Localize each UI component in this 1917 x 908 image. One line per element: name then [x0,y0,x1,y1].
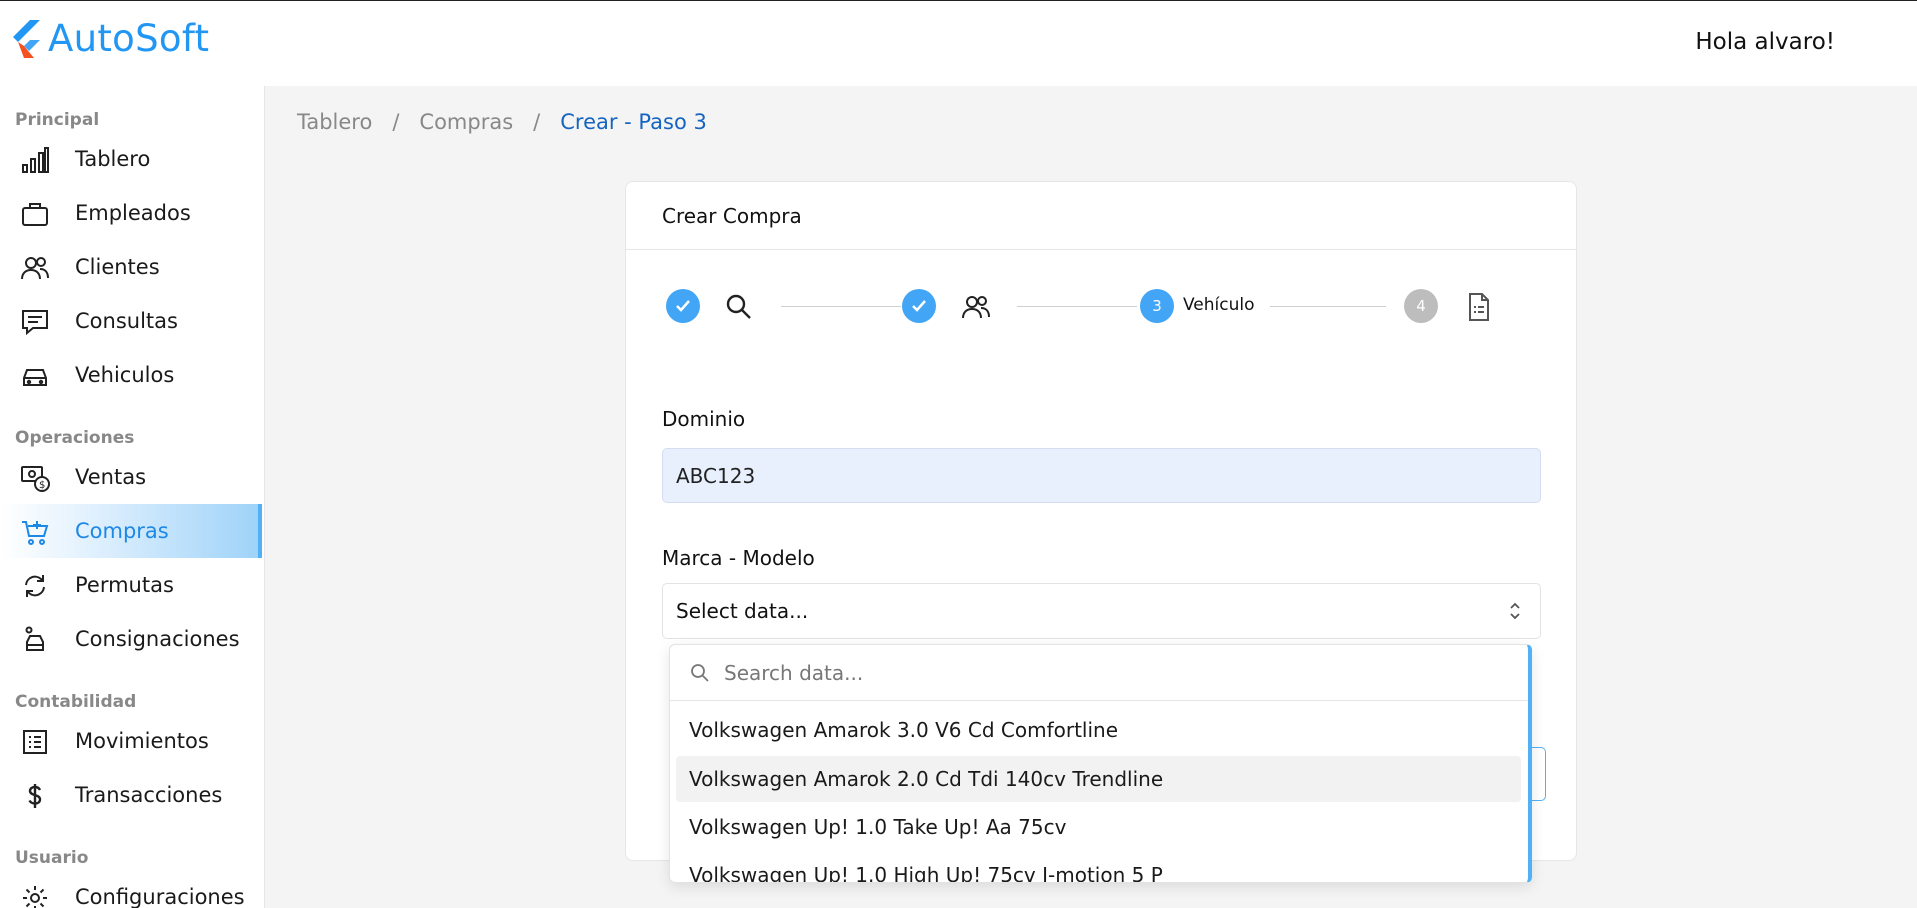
search-icon [691,664,709,682]
money-icon: $ [21,466,50,492]
dropdown-option[interactable]: Volkswagen Up! 1.0 High Up! 75cv I-motio… [676,852,1521,882]
step-connector [1270,306,1386,307]
marca-modelo-select[interactable]: Select data... [662,583,1541,639]
breadcrumb-item-compras[interactable]: Compras [419,110,513,134]
sidebar-section-title: Principal [15,110,100,130]
select-value: Select data... [676,599,809,623]
dominio-label: Dominio [662,407,746,431]
cart-icon [22,521,49,545]
gear-icon [23,886,47,908]
sidebar-item-permutas[interactable]: Permutas [0,558,262,612]
sidebar-item-label: Consignaciones [75,627,240,651]
sidebar-item-label: Tablero [75,147,151,171]
breadcrumb-separator: / [392,110,400,134]
dollar-icon [28,784,42,808]
sidebar-item-label: Clientes [75,255,160,279]
dropdown-option-highlighted[interactable]: Volkswagen Amarok 2.0 Cd Tdi 140cv Trend… [676,756,1521,802]
sidebar-item-transacciones[interactable]: Transacciones [0,768,262,822]
sidebar-item-ventas[interactable]: $ Ventas [0,450,262,504]
sidebar-item-label: Empleados [75,201,191,225]
sidebar-item-clientes[interactable]: Clientes [0,240,262,294]
car-icon [23,369,47,386]
chat-icon [22,310,48,336]
sidebar-item-empleados[interactable]: Empleados [0,186,262,240]
sidebar-item-consultas[interactable]: Consultas [0,294,262,348]
checkmark-icon [676,300,690,312]
dropdown-search-row [670,645,1528,701]
card-title: Crear Compra [662,204,802,228]
sidebar-item-compras[interactable]: Compras [0,504,262,558]
step-connector [1017,306,1137,307]
sidebar-item-label: Movimientos [75,729,209,753]
dropdown-option[interactable]: Volkswagen Up! 1.0 Take Up! Aa 75cv [676,804,1521,850]
card-divider [626,249,1576,250]
sidebar-item-label: Permutas [75,573,174,597]
list-icon [23,730,47,754]
search-icon [726,294,751,319]
sidebar-section-title: Usuario [15,848,89,868]
sidebar-item-configuraciones[interactable]: Configuraciones [0,870,262,908]
sidebar-section-title: Contabilidad [15,692,137,712]
sidebar-item-tablero[interactable]: Tablero [0,132,262,186]
user-greeting: Hola alvaro! [1695,29,1835,55]
sidebar-item-label: Compras [75,519,169,543]
marca-modelo-label: Marca - Modelo [662,546,815,570]
sidebar-item-label: Transacciones [75,783,223,807]
app-name: AutoSoft [48,17,210,60]
bar-chart-icon [22,147,49,173]
step-number: 3 [1152,297,1162,315]
sidebar-section-title: Operaciones [15,428,135,448]
step-2-done[interactable] [902,289,936,323]
breadcrumb: Tablero / Compras / Crear - Paso 3 [297,110,707,134]
car-person-icon [25,626,44,651]
step-4-pending[interactable]: 4 [1404,289,1438,323]
step-3-label: Vehículo [1183,295,1255,315]
sidebar-item-movimientos[interactable]: Movimientos [0,714,262,768]
checkmark-icon [912,300,926,312]
dropdown-search-input[interactable] [724,655,1484,691]
breadcrumb-item-tablero[interactable]: Tablero [297,110,372,134]
step-connector [781,306,901,307]
sidebar-item-label: Ventas [75,465,147,489]
chevron-up-down-icon [1510,602,1520,620]
breadcrumb-separator: / [533,110,541,134]
step-1-done[interactable] [666,289,700,323]
dominio-value: ABC123 [676,463,756,488]
sidebar-item-vehiculos[interactable]: Vehiculos [0,348,262,402]
sidebar-item-consignaciones[interactable]: Consignaciones [0,612,262,666]
document-icon [1469,293,1489,321]
dropdown-option[interactable]: Volkswagen Amarok 3.0 V6 Cd Comfortline [676,707,1521,753]
breadcrumb-item-current: Crear - Paso 3 [560,110,707,134]
refresh-icon [25,575,45,597]
flutter-logo-icon [13,19,40,58]
sidebar-item-label: Consultas [75,309,178,333]
sidebar-item-label: Configuraciones [75,885,245,908]
marca-modelo-dropdown: Volkswagen Amarok 3.0 V6 Cd Comfortline … [669,644,1532,883]
dominio-input[interactable]: ABC123 [662,448,1541,503]
svg-text:$: $ [39,480,45,491]
sidebar: Principal Tablero Empleados Clientes Con… [0,86,265,908]
top-bar: AutoSoft Hola alvaro! [0,0,1917,86]
users-icon [962,296,990,319]
sidebar-item-label: Vehiculos [75,363,175,387]
users-icon [21,257,49,280]
step-3-current[interactable]: 3 [1140,289,1174,323]
briefcase-icon [22,203,48,226]
app-logo[interactable]: AutoSoft [10,17,209,60]
step-number: 4 [1416,297,1426,315]
